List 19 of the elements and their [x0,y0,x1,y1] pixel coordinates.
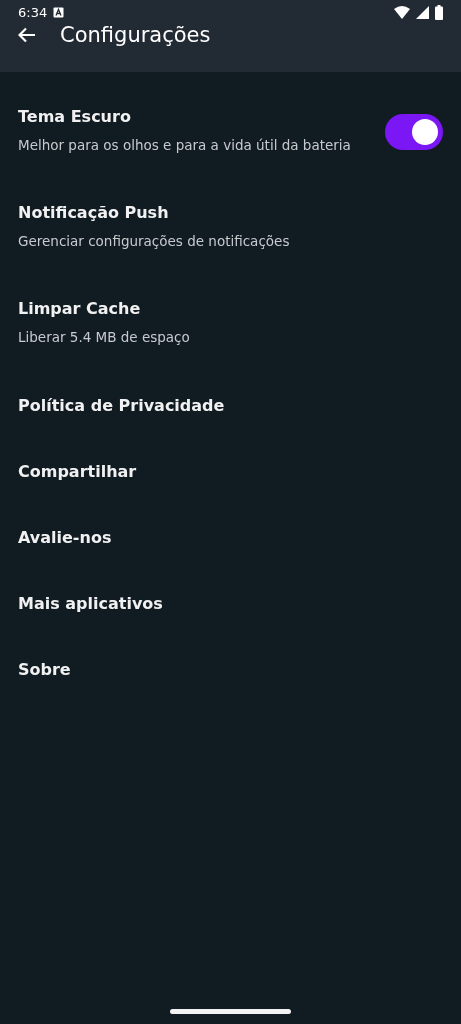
back-arrow-icon[interactable] [18,27,36,43]
setting-description: Melhor para os olhos e para a vida útil da bateria [18,136,351,155]
setting-title[interactable]: Compartilhar [18,461,137,481]
wifi-icon [394,5,410,19]
signal-icon [416,5,429,19]
setting-title[interactable]: Política de Privacidade [18,395,225,415]
setting-title[interactable]: Mais aplicativos [18,593,163,613]
setting-description: Liberar 5.4 MB de espaço [18,328,190,347]
setting-title[interactable]: Avalie-nos [18,527,112,547]
setting-title[interactable]: Sobre [18,659,71,679]
page-title: Configurações [60,23,211,47]
setting-title[interactable]: Tema Escuro [18,107,351,126]
setting-description: Gerenciar configurações de notificações [18,232,290,251]
notification-icon [53,6,65,18]
status-time: 6:34 [18,4,48,20]
dark-theme-switch[interactable] [385,114,443,150]
setting-title[interactable]: Notificação Push [18,203,290,222]
battery-icon [435,4,443,20]
setting-title[interactable]: Limpar Cache [18,299,190,318]
